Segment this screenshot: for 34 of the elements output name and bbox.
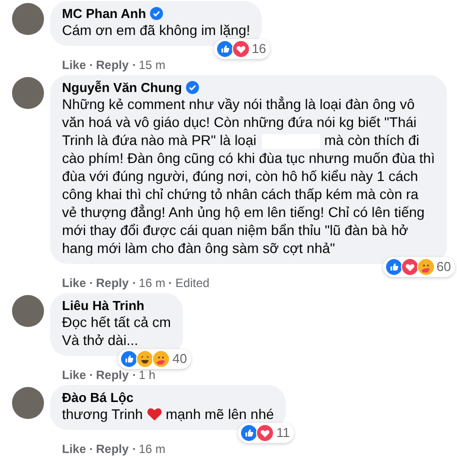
author-name[interactable]: Đào Bá Lộc (62, 390, 134, 405)
comment-text: Đọc hết tất cả cm Và thở dài... (62, 313, 171, 349)
reaction-summary[interactable]: 60 (382, 257, 455, 277)
reaction-count: 11 (276, 425, 290, 441)
reaction-summary[interactable]: 11 (238, 423, 294, 443)
heart-emoji-icon (146, 407, 162, 421)
comment-time[interactable]: 16 m (138, 276, 166, 290)
comment-time[interactable]: 1 h (138, 368, 156, 382)
comment-action-link[interactable]: Reply (96, 368, 129, 382)
comment-time[interactable]: 15 m (138, 58, 166, 72)
comment-action-link[interactable]: Like (62, 442, 86, 456)
avatar[interactable] (12, 77, 44, 109)
reaction-summary[interactable]: 16 (214, 39, 270, 59)
author-name[interactable]: Nguyễn Văn Chung (62, 80, 182, 95)
avatar[interactable] (12, 387, 44, 419)
reaction-count: 60 (436, 259, 451, 275)
comment-action-link[interactable]: Like (62, 58, 86, 72)
reaction-count: 40 (172, 351, 187, 367)
comment-action-link[interactable]: Reply (96, 276, 129, 290)
author-name[interactable]: Liêu Hà Trinh (62, 298, 144, 313)
comment-action-link[interactable]: Like (62, 368, 86, 382)
comment-text: Những kẻ comment như vầy nói thẳng là loại đàn ông vô văn hoá và vô giáo dục! Còn những đứa nói kg biết "Thái Trinh là đứa nào mà PR" là loại mà còn thích đi cào phím! Đàn ông cũng có khi đùa tục nhưng muốn đùa thì đùa với đúng người, đúng nơi, còn hô hố kiểu này 1 cách công khai thì chỉ chứng tỏ nhân cách thấp kém mà còn ra vẻ thượng đẳng! Anh ủng hộ em lên tiếng! Chỉ có lên tiếng mới thay đổi được cái quan niệm bẩn thỉu "lũ đàn bà hở hang mới làm cho đàn ông sàm sỡ cợt nhả" (62, 95, 435, 257)
comment-action-link[interactable]: Like (62, 276, 86, 290)
avatar[interactable] (12, 3, 44, 35)
comment-action-link[interactable]: Reply (96, 442, 129, 456)
author-name[interactable]: MC Phan Anh (62, 6, 146, 21)
comment-time[interactable]: 16 m (138, 442, 166, 456)
comment-text: thương Trinh mạnh mẽ lên nhé (62, 405, 274, 423)
reaction-count: 16 (252, 41, 266, 57)
comment-action-link[interactable]: Reply (96, 58, 129, 72)
comment-text: Cám ơn em đã không im lặng! (62, 21, 250, 39)
avatar[interactable] (12, 295, 44, 327)
edited-label: Edited (175, 276, 210, 290)
reaction-summary[interactable]: 40 (118, 349, 191, 369)
